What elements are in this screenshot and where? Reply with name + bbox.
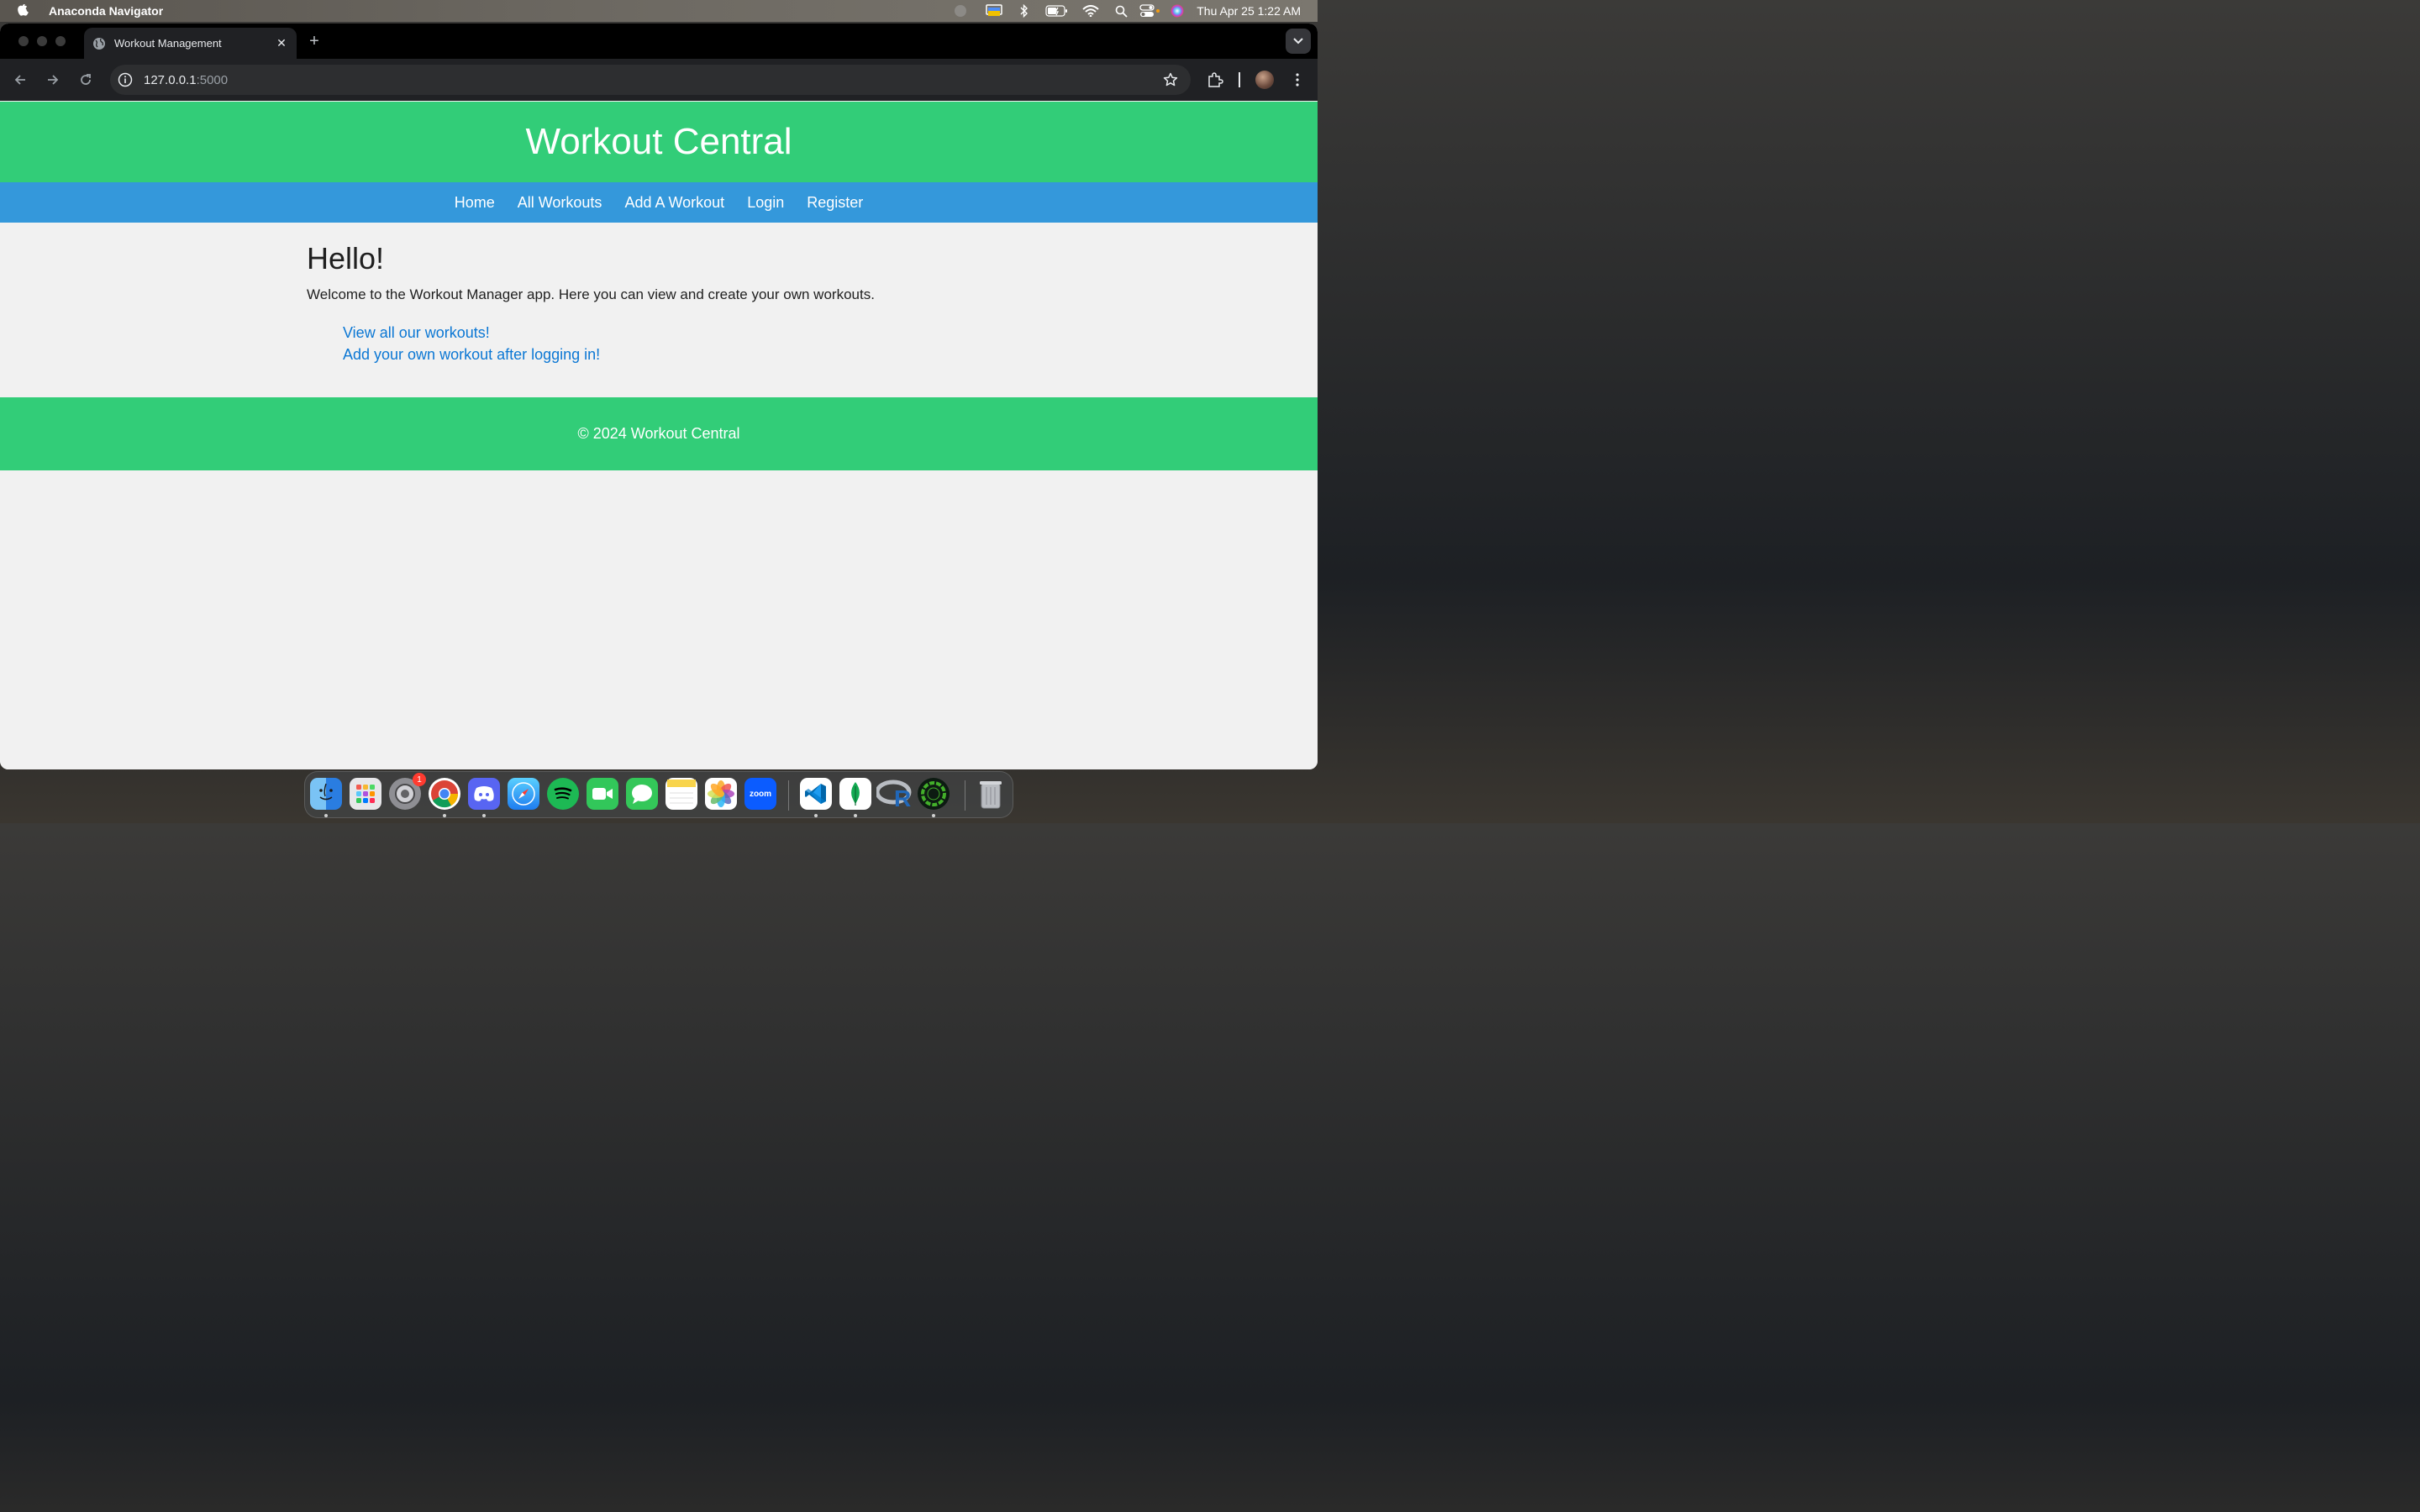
- list-item: View all our workouts!: [343, 322, 600, 344]
- menubar-clock[interactable]: Thu Apr 25 1:22 AM: [1197, 4, 1301, 18]
- menu-bar: Anaconda Navigator Thu Apr 25 1:22 AM: [0, 0, 1318, 22]
- running-indicator: [814, 814, 818, 817]
- notes-icon[interactable]: [666, 778, 697, 810]
- tab-strip: Workout Management ✕ +: [0, 24, 1318, 59]
- profile-avatar[interactable]: [1255, 69, 1275, 91]
- trash-icon[interactable]: [975, 778, 1007, 810]
- url-port: :5000: [196, 72, 229, 87]
- running-indicator: [932, 814, 935, 817]
- messages-icon[interactable]: [626, 778, 658, 810]
- nav-link-add-workout[interactable]: Add A Workout: [624, 194, 724, 212]
- site-header: Workout Central: [0, 102, 1318, 182]
- running-indicator: [854, 814, 857, 817]
- wifi-icon[interactable]: [1082, 0, 1099, 22]
- nav-link-register[interactable]: Register: [807, 194, 863, 212]
- spotlight-search-icon[interactable]: [1114, 0, 1128, 22]
- nav-link-login[interactable]: Login: [747, 194, 784, 212]
- link-list: View all our workouts! Add your own work…: [343, 322, 600, 365]
- page-heading: Hello!: [307, 241, 385, 276]
- screen-mirror-icon[interactable]: [985, 0, 1003, 22]
- anaconda-navigator-icon[interactable]: [918, 778, 950, 810]
- system-settings-icon[interactable]: 1: [389, 773, 426, 810]
- kebab-menu-icon[interactable]: [1289, 69, 1306, 91]
- avatar: [1255, 71, 1274, 89]
- tab-close-icon[interactable]: ✕: [273, 35, 290, 52]
- finder-icon[interactable]: [310, 778, 342, 810]
- notification-badge: 1: [413, 773, 426, 786]
- chrome-icon[interactable]: [429, 778, 460, 810]
- record-indicator-icon[interactable]: [951, 0, 970, 22]
- footer-copyright: © 2024 Workout Central: [577, 425, 740, 442]
- url-text[interactable]: 127.0.0.1:5000: [144, 73, 228, 87]
- intro-text: Welcome to the Workout Manager app. Here…: [307, 286, 875, 302]
- reload-icon[interactable]: [75, 69, 97, 91]
- battery-icon[interactable]: [1045, 0, 1069, 22]
- site-nav: Home All Workouts Add A Workout Login Re…: [0, 182, 1318, 223]
- discord-icon[interactable]: [468, 778, 500, 810]
- web-page: Workout Central Home All Workouts Add A …: [0, 102, 1318, 769]
- nav-link-home[interactable]: Home: [455, 194, 495, 212]
- extensions-puzzle-icon[interactable]: [1205, 69, 1225, 91]
- vscode-icon[interactable]: [800, 778, 832, 810]
- control-center-icon[interactable]: [1139, 0, 1161, 22]
- browser-window: Workout Management ✕ + 127.0.0.1:5000 Wo…: [0, 24, 1318, 769]
- window-minimize-button[interactable]: [37, 36, 47, 46]
- tab-search-button[interactable]: [1286, 29, 1311, 54]
- facetime-icon[interactable]: [587, 778, 618, 810]
- svg-text:R: R: [894, 785, 911, 808]
- browser-toolbar: 127.0.0.1:5000: [0, 59, 1318, 101]
- safari-icon[interactable]: [508, 778, 539, 810]
- mongodb-compass-icon[interactable]: [839, 778, 871, 810]
- site-title: Workout Central: [525, 121, 792, 162]
- r-language-icon[interactable]: R: [876, 778, 913, 810]
- siri-icon[interactable]: [1170, 0, 1185, 22]
- new-tab-button[interactable]: +: [306, 32, 323, 50]
- forward-arrow-icon[interactable]: [42, 69, 64, 91]
- tab-title: Workout Management: [114, 37, 222, 50]
- address-bar[interactable]: 127.0.0.1:5000: [110, 65, 1191, 95]
- apple-menu-icon[interactable]: [17, 4, 30, 18]
- active-app-name[interactable]: Anaconda Navigator: [49, 4, 163, 18]
- zoom-icon[interactable]: zoom: [744, 778, 776, 810]
- bookmark-star-icon[interactable]: [1162, 71, 1179, 88]
- site-footer: © 2024 Workout Central: [0, 397, 1318, 470]
- main-content: Hello! Welcome to the Workout Manager ap…: [0, 223, 1318, 397]
- dock-separator: [788, 780, 789, 811]
- add-workout-link[interactable]: Add your own workout after logging in!: [343, 346, 600, 363]
- window-close-button[interactable]: [18, 36, 29, 46]
- window-zoom-button[interactable]: [55, 36, 66, 46]
- nav-link-all-workouts[interactable]: All Workouts: [518, 194, 602, 212]
- globe-icon: [92, 37, 106, 50]
- url-host: 127.0.0.1: [144, 72, 197, 87]
- site-info-icon[interactable]: [117, 71, 134, 88]
- running-indicator: [443, 814, 446, 817]
- running-indicator: [324, 814, 328, 817]
- tab-workout-management[interactable]: Workout Management ✕: [84, 28, 297, 59]
- list-item: Add your own workout after logging in!: [343, 344, 600, 365]
- spotify-icon[interactable]: [547, 778, 579, 810]
- bluetooth-icon[interactable]: [1017, 0, 1032, 22]
- dock: 1 zoom R: [304, 771, 1013, 818]
- photos-icon[interactable]: [705, 778, 737, 810]
- view-workouts-link[interactable]: View all our workouts!: [343, 324, 490, 341]
- toolbar-divider: [1239, 69, 1240, 91]
- launchpad-icon[interactable]: [350, 778, 381, 810]
- back-arrow-icon[interactable]: [9, 69, 31, 91]
- running-indicator: [482, 814, 486, 817]
